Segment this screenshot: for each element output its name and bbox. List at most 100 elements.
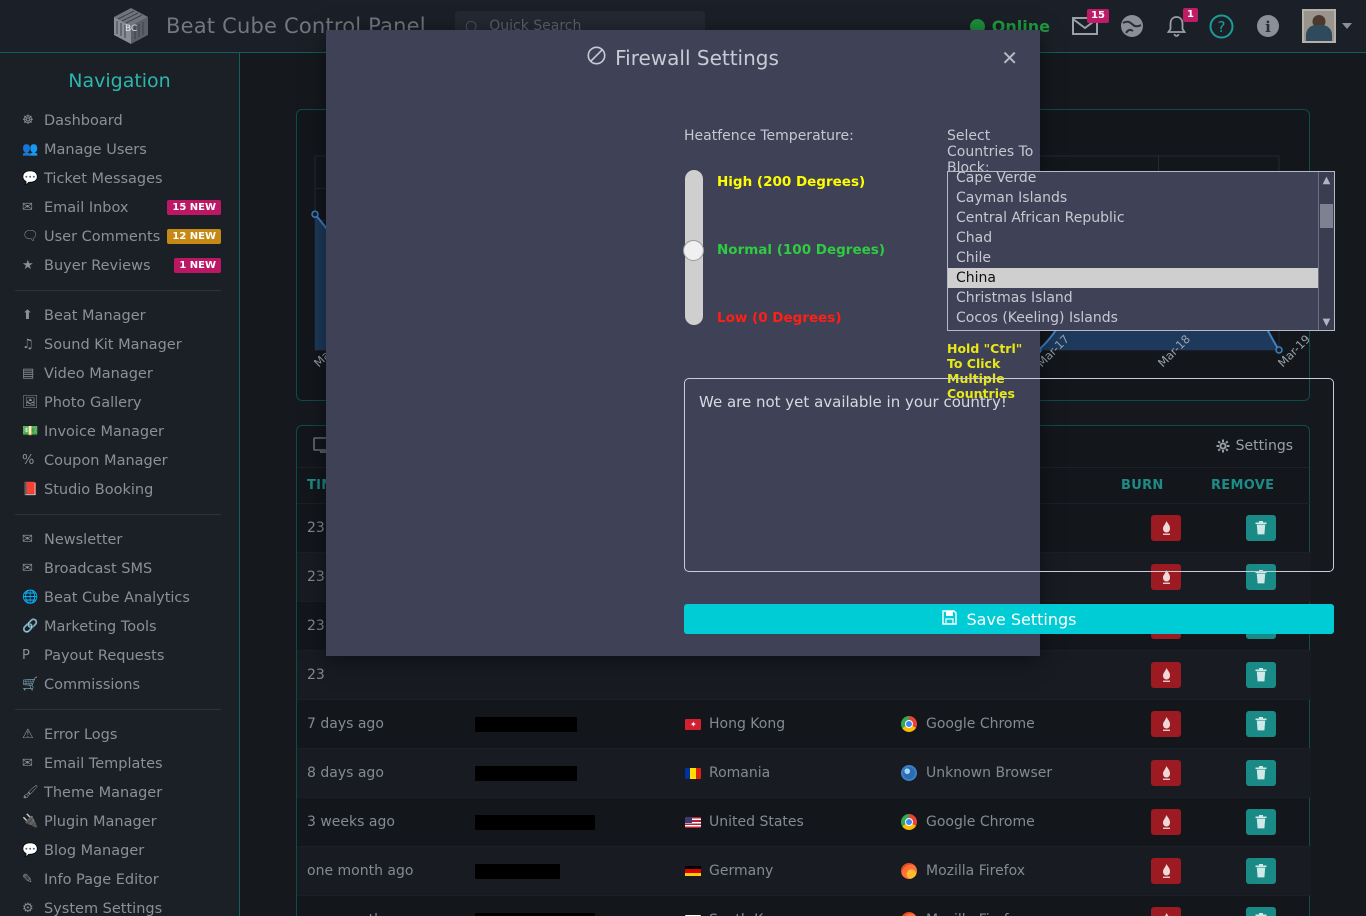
remove-button[interactable] (1246, 711, 1276, 737)
sidebar-item-plugin-manager[interactable]: 🔌 Plugin Manager (0, 807, 239, 836)
slider-thumb[interactable] (683, 240, 704, 261)
sidebar-item-buyer-reviews[interactable]: ★ Buyer Reviews 1 NEW (0, 251, 239, 280)
globe-icon[interactable] (1120, 14, 1144, 38)
close-icon[interactable]: ✕ (1001, 48, 1018, 68)
sidebar-item-beat-cube-analytics[interactable]: 🌐 Beat Cube Analytics (0, 583, 239, 612)
table-row: 23 (297, 650, 1311, 700)
sidebar-item-label: Payout Requests (44, 647, 165, 664)
brush-icon: 🖌 (22, 785, 39, 800)
burn-button[interactable] (1151, 662, 1181, 688)
table-row: 3 weeks ago207.180.211.107 United States G… (297, 797, 1311, 847)
remove-button[interactable] (1246, 662, 1276, 688)
cell-ip-address: 8.60.88.127 (475, 846, 685, 896)
sidebar-item-marketing-tools[interactable]: 🔗 Marketing Tools (0, 612, 239, 641)
sidebar-item-photo-gallery[interactable]: 🖼 Photo Gallery (0, 388, 239, 417)
trash-icon (1255, 570, 1267, 584)
sidebar-item-studio-booking[interactable]: 📕 Studio Booking (0, 475, 239, 504)
sidebar-item-commissions[interactable]: 🛒 Commissions (0, 670, 239, 699)
sidebar-item-invoice-manager[interactable]: 💵 Invoice Manager (0, 417, 239, 446)
burn-button[interactable] (1151, 907, 1181, 916)
sidebar-item-broadcast-sms[interactable]: ✉ Broadcast SMS (0, 554, 239, 583)
save-settings-button[interactable]: Save Settings (684, 604, 1334, 634)
sidebar-item-error-logs[interactable]: ⚠ Error Logs (0, 720, 239, 749)
sidebar-item-ticket-messages[interactable]: 💬 Ticket Messages (0, 164, 239, 193)
fire-icon (1162, 863, 1170, 878)
burn-button[interactable] (1151, 809, 1181, 835)
country-list-scrollbar[interactable]: ▲ ▼ (1318, 172, 1334, 330)
user-menu[interactable] (1302, 9, 1352, 43)
chart-point (311, 210, 319, 218)
cell-remove (1211, 748, 1311, 798)
trash-icon (1255, 766, 1267, 780)
heatfence-temperature-slider[interactable] (683, 170, 704, 325)
sidebar-item-theme-manager[interactable]: 🖌 Theme Manager (0, 778, 239, 807)
chevron-down-icon[interactable] (1342, 23, 1352, 29)
sidebar-title: Navigation (68, 70, 171, 92)
cell-country: Romania (685, 748, 901, 798)
country-option[interactable]: Central African Republic (948, 208, 1319, 228)
country-option[interactable]: Cocos (Keeling) Islands (948, 308, 1319, 328)
remove-button[interactable] (1246, 809, 1276, 835)
info-icon[interactable]: i (1256, 14, 1280, 38)
country-name: Romania (709, 765, 771, 781)
link-icon: 🔗 (22, 619, 39, 634)
flag-icon-germany (685, 865, 701, 877)
help-icon[interactable]: ? (1209, 14, 1234, 39)
image-icon: 🖼 (22, 395, 39, 410)
cell-burn (1121, 650, 1211, 700)
cell-ip-address: 123.456.78.97 (475, 699, 685, 749)
country-select-listbox[interactable]: Cape Verde Cayman Islands Central African … (947, 171, 1335, 331)
avatar[interactable] (1302, 9, 1336, 43)
scrollbar-thumb[interactable] (1320, 204, 1333, 228)
sidebar-item-payout-requests[interactable]: P Payout Requests (0, 641, 239, 670)
sidebar-item-email-inbox[interactable]: ✉ Email Inbox 15 NEW (0, 193, 239, 222)
cell-time: one month ago (297, 895, 475, 916)
country-option[interactable]: Colombia (948, 328, 1319, 330)
sidebar-item-email-templates[interactable]: ✉ Email Templates (0, 749, 239, 778)
country-option[interactable]: China (948, 268, 1319, 288)
sidebar-item-label: Marketing Tools (44, 618, 157, 635)
table-row: one month ago8.60.88.127 Germany Mozilla F… (297, 846, 1311, 896)
sidebar-item-blog-manager[interactable]: 💬 Blog Manager (0, 836, 239, 865)
burn-button[interactable] (1151, 711, 1181, 737)
burn-button[interactable] (1151, 760, 1181, 786)
remove-button[interactable] (1246, 907, 1276, 916)
cell-time: 3 weeks ago (297, 797, 475, 847)
flag-icon-united-states (685, 816, 701, 828)
sidebar-divider (15, 514, 221, 515)
table-row: one month ago121.125.121.111 South Korea M… (297, 895, 1311, 916)
heatfence-temperature-label: Heatfence Temperature: (684, 128, 854, 144)
burn-button[interactable] (1151, 858, 1181, 884)
remove-button[interactable] (1246, 760, 1276, 786)
scroll-up-arrow-icon[interactable]: ▲ (1319, 172, 1334, 188)
sidebar-item-beat-manager[interactable]: ⬆ Beat Manager (0, 301, 239, 330)
country-option[interactable]: Cayman Islands (948, 188, 1319, 208)
country-option[interactable]: Chile (948, 248, 1319, 268)
svg-text:?: ? (1218, 18, 1226, 36)
cell-time: one month ago (297, 846, 475, 896)
country-name: United States (709, 814, 804, 830)
sidebar-item-user-comments[interactable]: 🗨 User Comments 12 NEW (0, 222, 239, 251)
sidebar-item-sound-kit-manager[interactable]: ♫ Sound Kit Manager (0, 330, 239, 359)
block-message-textarea[interactable] (684, 378, 1334, 572)
save-icon (941, 609, 957, 629)
sidebar-item-dashboard[interactable]: ☸ Dashboard (0, 106, 239, 135)
cell-browser: Mozilla Firefox (901, 895, 1121, 916)
sidebar-item-coupon-manager[interactable]: % Coupon Manager (0, 446, 239, 475)
sidebar-item-label: Studio Booking (44, 481, 154, 498)
firefox-icon (901, 863, 917, 879)
scroll-down-arrow-icon[interactable]: ▼ (1319, 314, 1334, 330)
country-option[interactable]: Cape Verde (948, 172, 1319, 188)
browser-name: Google Chrome (926, 716, 1035, 732)
bell-icon[interactable]: 1 (1166, 7, 1198, 38)
sidebar-item-manage-users[interactable]: 👥 Manage Users (0, 135, 239, 164)
sidebar-item-info-page-editor[interactable]: ✎ Info Page Editor (0, 865, 239, 894)
sidebar-item-newsletter[interactable]: ✉ Newsletter (0, 525, 239, 554)
sidebar-item-system-settings[interactable]: ⚙ System Settings (0, 894, 239, 916)
sidebar-item-video-manager[interactable]: ▤ Video Manager (0, 359, 239, 388)
remove-button[interactable] (1246, 858, 1276, 884)
mail-icon[interactable]: 15 (1072, 9, 1109, 36)
country-option[interactable]: Chad (948, 228, 1319, 248)
sidebar-item-label: Theme Manager (44, 784, 163, 801)
country-option[interactable]: Christmas Island (948, 288, 1319, 308)
